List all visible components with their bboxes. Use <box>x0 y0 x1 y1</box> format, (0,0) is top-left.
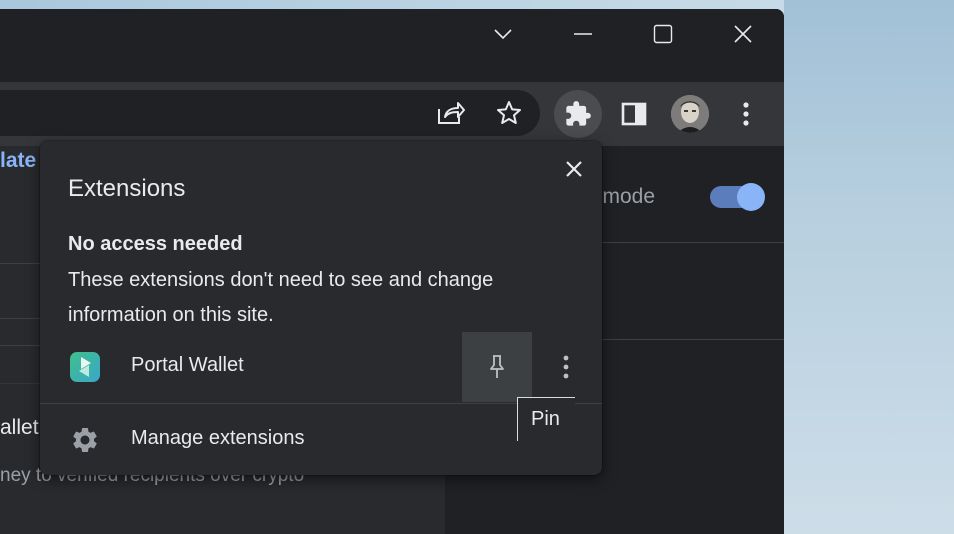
maximize-button[interactable] <box>628 9 698 59</box>
toggle-knob[interactable] <box>737 183 765 211</box>
toolbar <box>0 82 784 146</box>
title-bar <box>0 9 784 82</box>
pin-button[interactable] <box>462 332 532 402</box>
share-button[interactable] <box>432 95 470 131</box>
profile-photo <box>671 95 709 133</box>
extension-name: Portal Wallet <box>131 354 244 376</box>
star-icon <box>497 101 521 124</box>
share-icon <box>438 102 465 124</box>
tab-search-button[interactable] <box>468 9 538 59</box>
gear-icon <box>73 428 97 452</box>
popup-close-button[interactable] <box>556 151 592 187</box>
manage-extensions-label: Manage extensions <box>131 427 305 449</box>
avatar[interactable] <box>671 95 709 133</box>
popup-title: Extensions <box>68 175 186 202</box>
minimize-button[interactable] <box>548 9 618 59</box>
tooltip-text: Pin <box>531 408 560 430</box>
side-panel-button[interactable] <box>614 94 654 134</box>
section-heading: No access needed <box>68 233 243 255</box>
close-icon <box>566 161 582 177</box>
pin-tooltip: Pin <box>517 397 575 441</box>
puzzle-icon <box>566 101 591 126</box>
portal-wallet-icon <box>70 352 100 382</box>
kebab-menu-icon <box>563 355 569 379</box>
kebab-menu-icon <box>743 102 749 126</box>
extensions-button[interactable] <box>554 90 602 138</box>
extension-row[interactable]: Portal Wallet <box>40 332 602 402</box>
close-icon <box>734 25 752 43</box>
address-bar[interactable] <box>0 90 540 136</box>
extension-more-button[interactable] <box>546 342 586 392</box>
bookmark-star-button[interactable] <box>490 95 528 131</box>
section-description: These extensions don't need to see and c… <box>68 269 494 326</box>
window-close-button[interactable] <box>708 9 778 59</box>
update-link[interactable]: late <box>0 149 36 173</box>
pin-icon <box>490 355 504 378</box>
minimize-icon <box>574 33 592 35</box>
side-panel-icon <box>621 102 647 126</box>
maximize-icon <box>653 24 673 44</box>
chevron-down-icon <box>494 29 512 40</box>
extension-card-title: allet <box>0 416 39 439</box>
browser-menu-button[interactable] <box>726 94 766 134</box>
desktop-background <box>784 0 954 534</box>
